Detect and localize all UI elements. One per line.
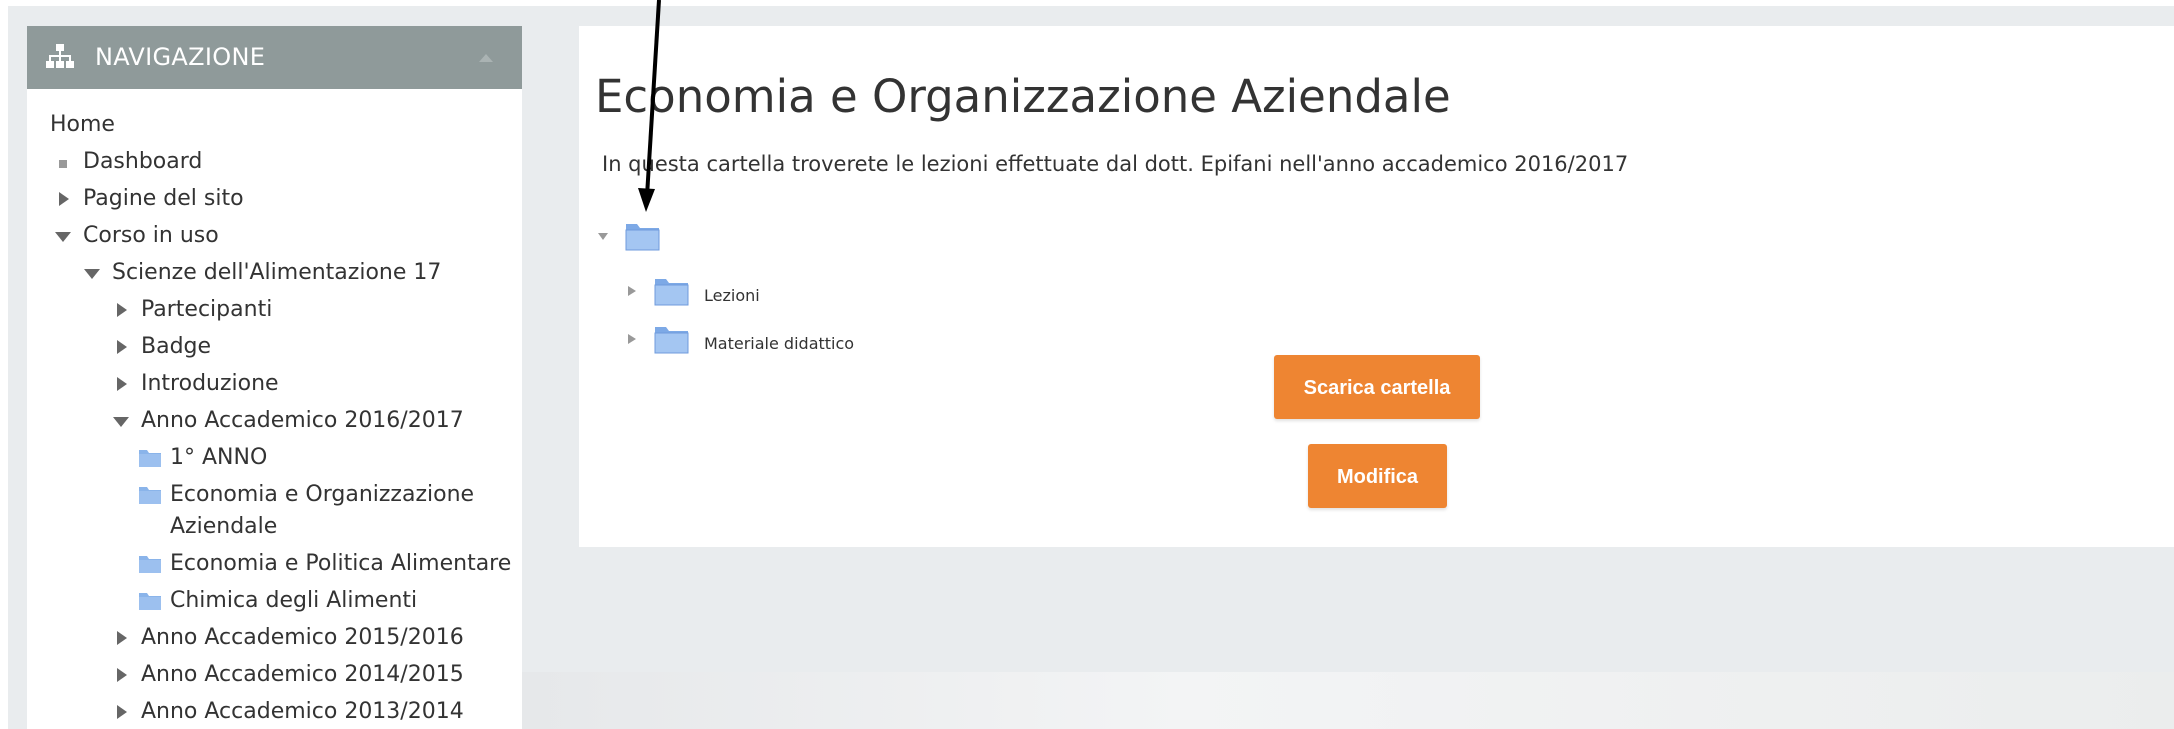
navigation-title: NAVIGAZIONE xyxy=(95,43,266,71)
caret-down-icon[interactable] xyxy=(83,268,101,280)
nav-item-label: Home xyxy=(50,112,115,137)
nav-item-anno-2015-2016[interactable]: Anno Accademico 2015/2016 xyxy=(112,624,512,652)
folder-description: In questa cartella troverete le lezioni … xyxy=(602,152,1629,176)
folder-row-materiale-didattico[interactable]: Materiale didattico xyxy=(627,324,947,360)
root-folder-row[interactable] xyxy=(597,221,660,257)
edit-button[interactable]: Modifica xyxy=(1308,444,1447,508)
folder-icon xyxy=(654,327,689,354)
download-folder-button[interactable]: Scarica cartella xyxy=(1274,355,1480,419)
folder-icon xyxy=(139,487,161,504)
nav-item-dashboard[interactable]: Dashboard xyxy=(54,148,354,176)
nav-item-label: Anno Accademico 2016/2017 xyxy=(141,408,464,433)
nav-item-label: Chimica degli Alimenti xyxy=(170,588,418,613)
caret-down-icon[interactable] xyxy=(597,232,609,241)
nav-item-anno-2014-2015[interactable]: Anno Accademico 2014/2015 xyxy=(112,661,512,689)
caret-right-icon[interactable] xyxy=(116,376,128,392)
caret-right-icon[interactable] xyxy=(116,339,128,355)
bullet-icon xyxy=(59,160,67,168)
nav-item-label: Scienze dell'Alimentazione 17 xyxy=(112,260,442,285)
folder-icon xyxy=(139,450,161,467)
folder-label: Materiale didattico xyxy=(704,334,855,353)
nav-item-anno-2016-2017[interactable]: Anno Accademico 2016/2017 xyxy=(112,407,512,435)
nav-item-label: Pagine del sito xyxy=(83,186,244,211)
nav-item-label: Economia e Organizzazione xyxy=(170,482,475,507)
left-strip xyxy=(0,0,8,729)
caret-right-icon[interactable] xyxy=(116,667,128,683)
nav-item-primo-anno[interactable]: 1° ANNO xyxy=(138,444,438,472)
folder-label: Lezioni xyxy=(704,286,760,305)
nav-item-economia-politica[interactable]: Economia e Politica Alimentare xyxy=(138,550,528,578)
caret-right-icon[interactable] xyxy=(627,285,637,297)
main-content-panel: Economia e Organizzazione Aziendale In q… xyxy=(579,26,2174,547)
nav-item-label: Anno Accademico 2014/2015 xyxy=(141,662,464,687)
caret-down-icon[interactable] xyxy=(112,416,130,428)
nav-item-partecipanti[interactable]: Partecipanti xyxy=(112,296,412,324)
nav-item-label: Corso in uso xyxy=(83,223,219,248)
folder-icon xyxy=(625,224,660,251)
nav-item-label: Introduzione xyxy=(141,371,279,396)
collapse-icon[interactable] xyxy=(477,50,495,64)
navigation-header: NAVIGAZIONE xyxy=(27,26,522,89)
folder-row-lezioni[interactable]: Lezioni xyxy=(627,276,927,312)
nav-item-label: Partecipanti xyxy=(141,297,273,322)
nav-item-label: Badge xyxy=(141,334,212,359)
caret-right-icon[interactable] xyxy=(627,333,637,345)
nav-item-label: Dashboard xyxy=(83,149,203,174)
nav-item-label-line2: Aziendale xyxy=(170,514,278,539)
caret-right-icon[interactable] xyxy=(58,191,70,207)
page-title: Economia e Organizzazione Aziendale xyxy=(595,70,1451,123)
nav-item-economia-organizzazione[interactable]: Economia e Organizzazione Aziendale xyxy=(138,481,518,541)
caret-right-icon[interactable] xyxy=(116,630,128,646)
nav-item-badge[interactable]: Badge xyxy=(112,333,412,361)
sitemap-icon xyxy=(46,44,74,68)
nav-item-label: 1° ANNO xyxy=(170,445,268,470)
nav-item-scienze-alimentazione[interactable]: Scienze dell'Alimentazione 17 xyxy=(83,259,483,287)
nav-item-anno-2013-2014[interactable]: Anno Accademico 2013/2014 xyxy=(112,698,512,726)
caret-right-icon[interactable] xyxy=(116,704,128,720)
top-strip xyxy=(0,0,2174,6)
navigation-block: NAVIGAZIONE Home Dashboard Pagine del si… xyxy=(27,26,522,729)
background-shade xyxy=(522,672,2174,729)
nav-item-label: Economia e Politica Alimentare xyxy=(170,551,512,576)
nav-item-introduzione[interactable]: Introduzione xyxy=(112,370,412,398)
nav-item-corso-in-uso[interactable]: Corso in uso xyxy=(54,222,354,250)
caret-right-icon[interactable] xyxy=(116,302,128,318)
folder-icon xyxy=(139,556,161,573)
nav-item-pagine-del-sito[interactable]: Pagine del sito xyxy=(54,185,354,213)
folder-icon xyxy=(139,593,161,610)
folder-icon xyxy=(654,279,689,306)
nav-item-label: Anno Accademico 2015/2016 xyxy=(141,625,464,650)
nav-item-chimica[interactable]: Chimica degli Alimenti xyxy=(138,587,518,615)
nav-item-label: Anno Accademico 2013/2014 xyxy=(141,699,464,724)
caret-down-icon[interactable] xyxy=(54,231,72,243)
